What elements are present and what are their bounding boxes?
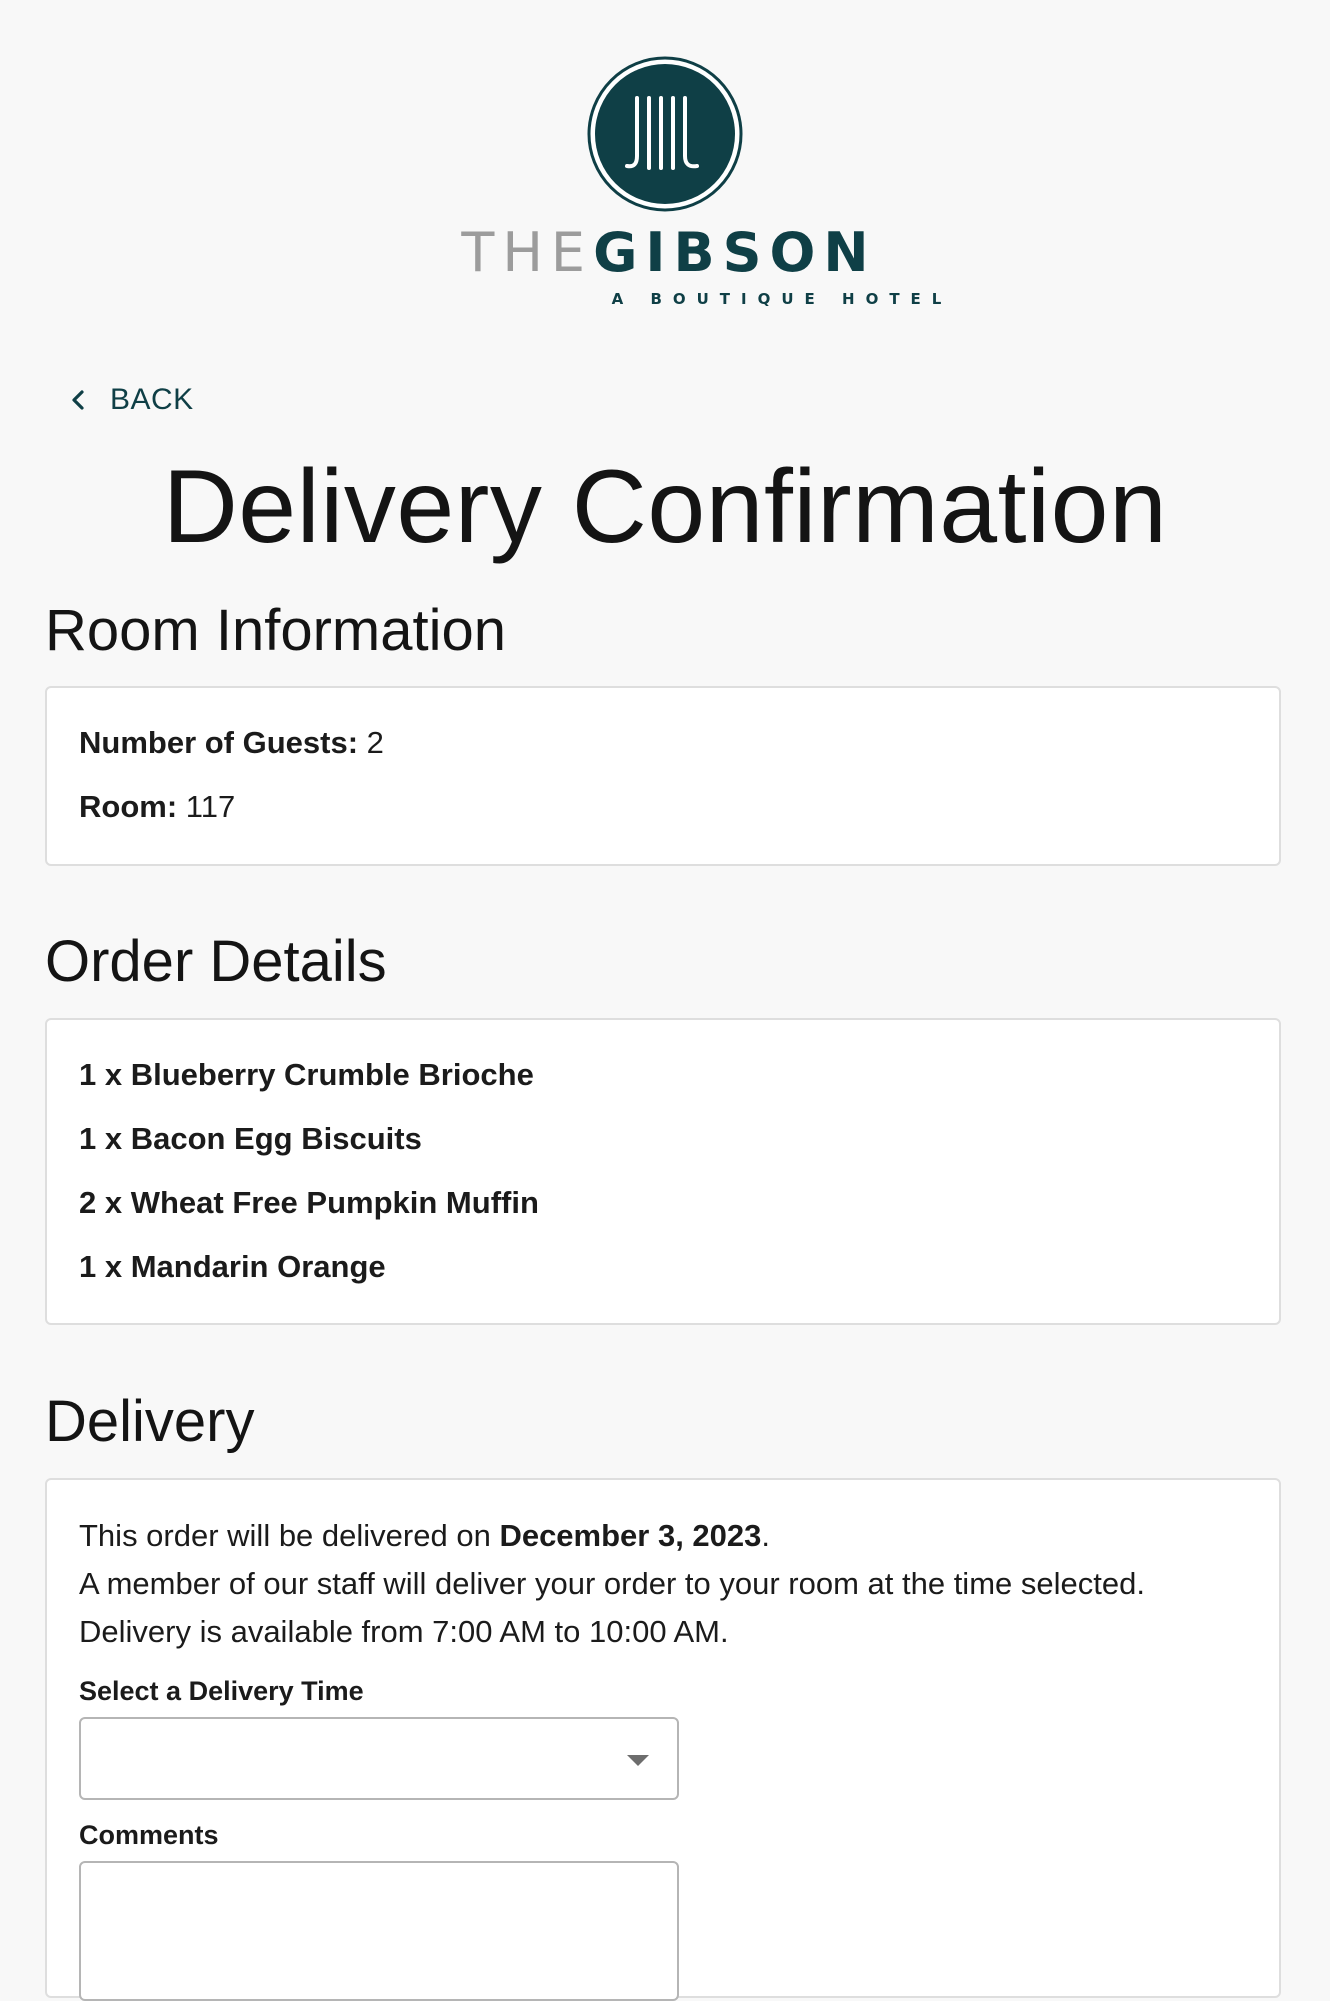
hotel-wordmark: THEGIBSON <box>8 226 1330 280</box>
order-details-card: 1 x Blueberry Crumble Brioche 1 x Bacon … <box>45 1018 1281 1325</box>
hotel-logo: THEGIBSON A BOUTIQUE HOTEL <box>0 56 1330 308</box>
dropdown-arrow-icon <box>627 1755 649 1766</box>
order-item: 1 x Blueberry Crumble Brioche <box>79 1057 534 1092</box>
back-button[interactable]: BACK <box>66 383 194 417</box>
room-value: 117 <box>185 789 236 824</box>
room-label: Room: <box>79 789 178 824</box>
wordmark-gibson: GIBSON <box>593 221 877 284</box>
room-information-heading: Room Information <box>45 598 506 663</box>
delivery-date-prefix: This order will be delivered on <box>79 1518 500 1553</box>
guests-label: Number of Guests: <box>79 725 359 760</box>
order-item: 2 x Wheat Free Pumpkin Muffin <box>79 1185 539 1220</box>
room-information-card: Number of Guests: 2 Room: 117 <box>45 686 1281 866</box>
delivery-date-text: This order will be delivered on December… <box>79 1518 770 1554</box>
page-title: Delivery Confirmation <box>162 449 1168 565</box>
room-row: Room: 117 <box>79 789 235 825</box>
delivery-availability-note: Delivery is available from 7:00 AM to 10… <box>79 1614 729 1649</box>
order-item: 1 x Bacon Egg Biscuits <box>79 1121 422 1156</box>
comments-textarea[interactable] <box>79 1861 679 2001</box>
order-details-heading: Order Details <box>45 929 387 994</box>
delivery-time-label: Select a Delivery Time <box>79 1676 364 1706</box>
comments-label: Comments <box>79 1820 219 1850</box>
delivery-date: December 3, 2023 <box>499 1518 762 1553</box>
chevron-left-icon <box>72 390 84 410</box>
wordmark-the: THE <box>461 221 594 284</box>
delivery-time-select[interactable] <box>79 1717 679 1800</box>
guests-row: Number of Guests: 2 <box>79 725 384 761</box>
back-button-label: BACK <box>110 383 194 416</box>
hotel-tagline: A BOUTIQUE HOTEL <box>611 290 953 308</box>
delivery-card: This order will be delivered on December… <box>45 1478 1281 2001</box>
hotel-emblem-icon <box>587 56 743 212</box>
delivery-staff-note: A member of our staff will deliver your … <box>79 1566 1145 1601</box>
order-item: 1 x Mandarin Orange <box>79 1249 386 1284</box>
delivery-date-suffix: . <box>761 1518 771 1553</box>
delivery-heading: Delivery <box>45 1389 255 1454</box>
guests-value: 2 <box>366 725 384 760</box>
